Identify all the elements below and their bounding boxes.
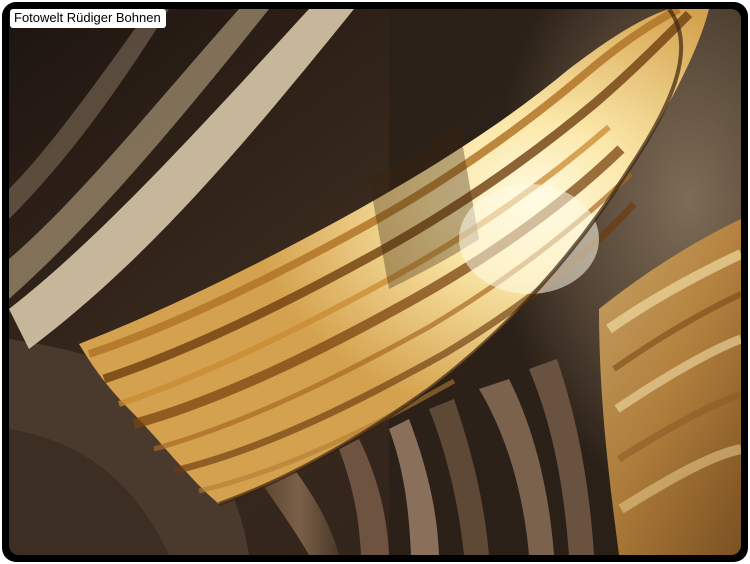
cave-photo xyxy=(9,9,741,555)
photographer-watermark: Fotowelt Rüdiger Bohnen xyxy=(10,9,166,28)
flowstone-illustration xyxy=(9,9,741,555)
photo-frame: Fotowelt Rüdiger Bohnen xyxy=(2,2,748,562)
